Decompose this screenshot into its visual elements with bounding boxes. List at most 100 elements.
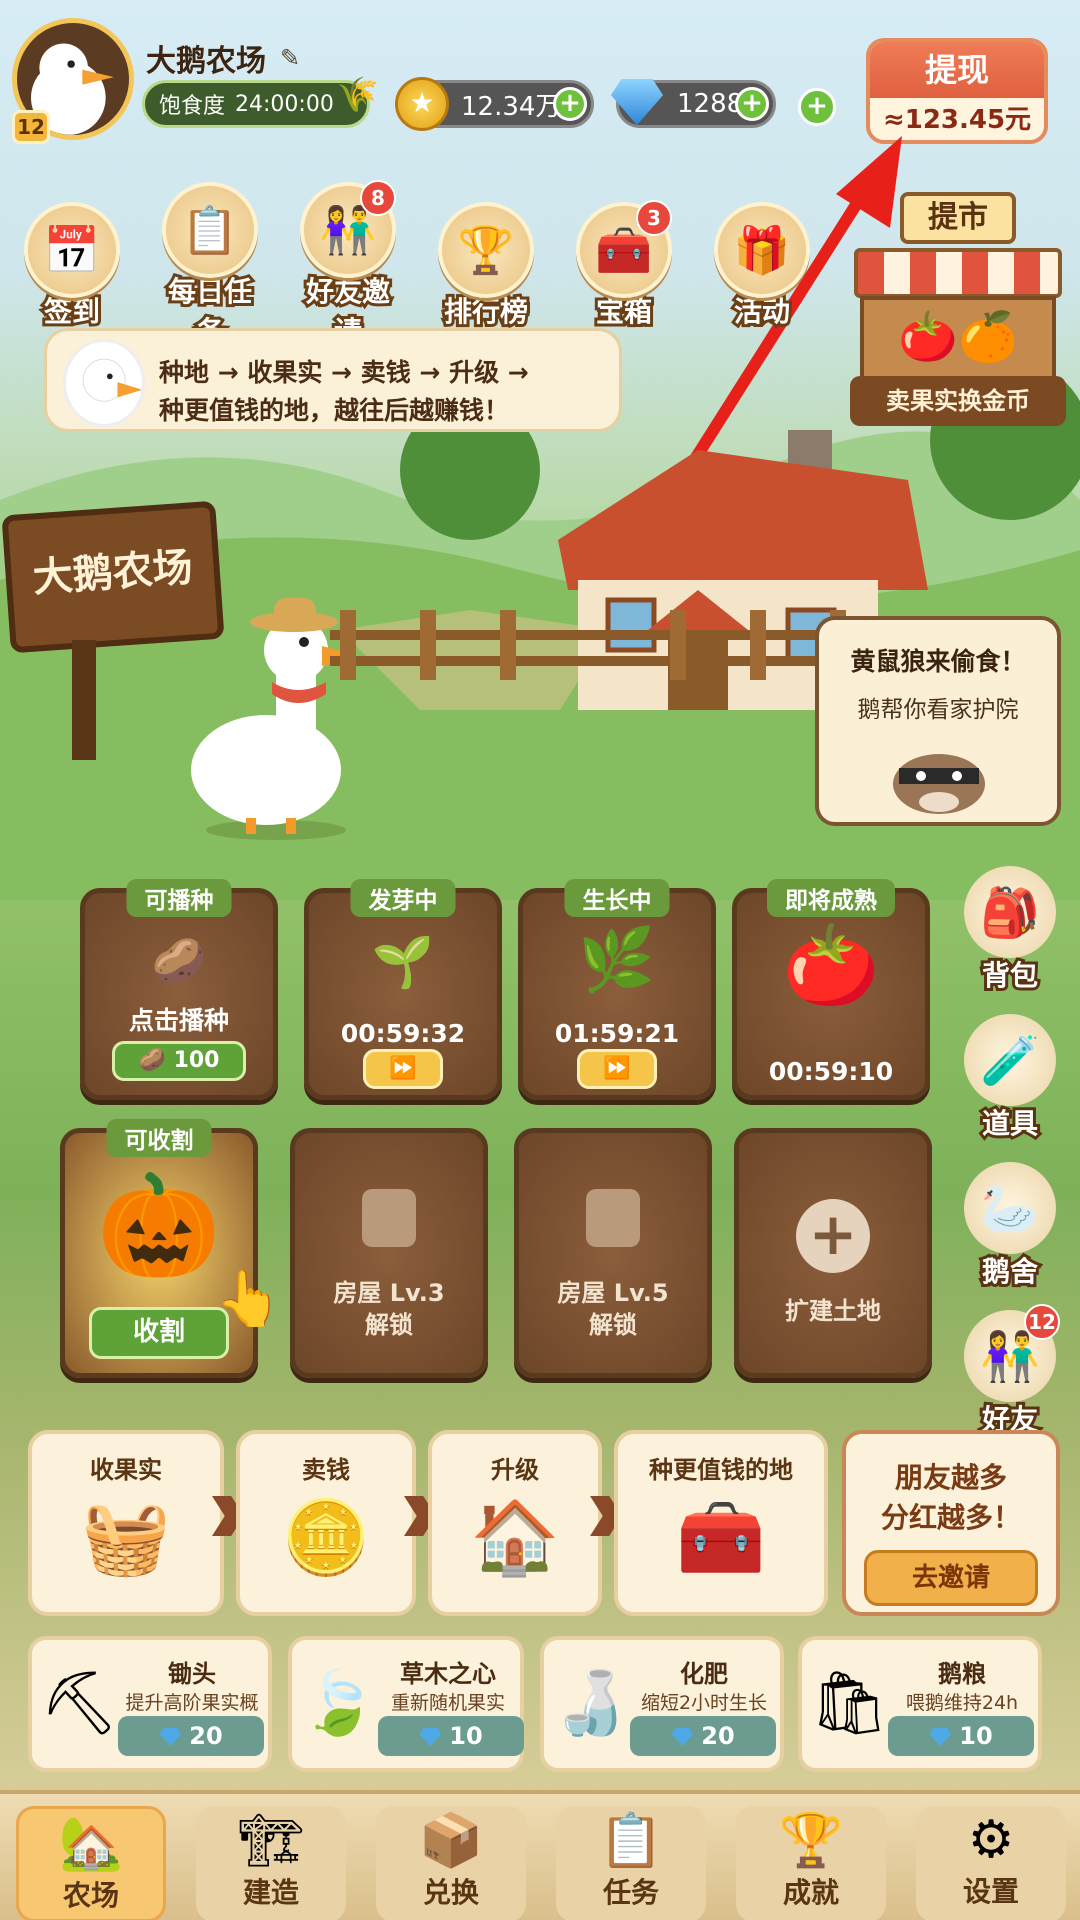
gem-amount: 1288 [677,89,744,119]
add-gems-button[interactable]: + [735,87,769,121]
plant-cost: 100 [173,1048,220,1073]
plot-ripening[interactable]: 即将成熟 🍅 00:59:10 [732,879,930,1100]
tab-tasks[interactable]: 📋 任务 [556,1806,706,1920]
treasure-chest-icon: 🧰 3 [576,200,672,298]
plot-plantable[interactable]: 可播种 🥔 点击播种 🥔 100 [80,879,278,1100]
tip-line-1: 种地 → 收果实 → 卖钱 → 升级 → [159,358,529,387]
buy-button[interactable]: 20 [630,1716,776,1756]
withdraw-button[interactable]: 提现 ≈123.45元 [866,38,1048,144]
plot-expand[interactable]: + 扩建土地 [734,1128,932,1378]
friends-badge: 12 [1024,1304,1060,1340]
buy-button[interactable]: 10 [378,1716,524,1756]
chest-badge: 3 [636,200,672,236]
tab-achievements[interactable]: 🏆 成就 [736,1806,886,1920]
plant-button[interactable]: 🥔 100 [112,1041,246,1081]
sign-post [72,640,96,760]
item-leaf[interactable]: 🍃 草木之心 重新随机果实 10 [288,1636,524,1772]
plot-sprouting[interactable]: 发芽中 🌱 00:59:32 ⏩ [304,879,502,1100]
friends-button[interactable]: 👫 12 好友 [962,1304,1060,1439]
expand-label: 扩建土地 [785,1297,881,1325]
tab-build[interactable]: 🏗 建造 [196,1806,346,1920]
backpack-icon: 🎒 [964,866,1056,958]
bottom-nav: 🏡 农场 🏗 建造 📦 兑换 📋 任务 🏆 成就 ⚙ 设置 [0,1790,1080,1920]
diamond-icon [159,1728,182,1746]
grow-timer: 01:59:21 [554,1019,680,1048]
invite-button[interactable]: 去邀请 [864,1550,1038,1606]
sprout-icon: 🌱 [371,933,435,991]
speed-up-button[interactable]: ⏩ [363,1049,443,1089]
tab-label: 建造 [242,1876,299,1909]
satiety-pill: 饱食度 24:00:00 🌾 [142,75,379,128]
weasel-subtitle: 鹅帮你看家护院 [857,697,1019,723]
checkin-button[interactable]: 📅 签到 [20,202,124,331]
farm-name-text: 大鹅农场 [146,44,266,79]
tab-exchange[interactable]: 📦 兑换 [376,1806,526,1920]
plot-tag: 发芽中 [350,879,456,917]
buy-button[interactable]: 10 [888,1716,1034,1756]
events-button[interactable]: 🎁 活动 [710,202,814,331]
invite-badge: 8 [360,180,396,216]
fence [330,610,850,680]
item-goose-feed[interactable]: 🛍 鹅粮 喂鹅维持24h 10 [798,1636,1042,1772]
flow-step-sell: 卖钱 🪙 [236,1430,416,1616]
treasure-chest-icon: 🧰 [676,1495,766,1579]
item-hoe[interactable]: ⛏ 锄头 提升高阶果实概率 20 [28,1636,272,1772]
treasure-chest-button[interactable]: 🧰 3 宝箱 [572,200,676,331]
flow-label: 收果实 [90,1456,162,1484]
leaf-icon: 🍃 [300,1666,378,1739]
seed-cost-icon: 🥔 [138,1048,174,1073]
leaderboard-button[interactable]: 🏆 排行榜 [434,202,538,331]
lock-line-2: 解锁 [365,1311,413,1339]
tab-label: 成就 [782,1876,839,1909]
item-name: 草木之心 [400,1660,496,1688]
speed-up-button[interactable]: ⏩ [577,1049,657,1089]
lock-icon [362,1189,416,1247]
tab-label: 任务 [602,1876,659,1909]
invite-line-2: 分红越多！ [880,1501,1021,1534]
plot-locked-lv5[interactable]: 房屋 Lv.5 解锁 [514,1128,712,1378]
checklist-icon: 📋 [162,182,258,278]
plot-tag: 可播种 [126,879,232,917]
goose-house-button[interactable]: 🦢 鹅舍 [962,1162,1058,1291]
flow-label: 升级 [491,1456,539,1484]
satiety-time: 24:00:00 [235,91,334,117]
market-produce: 🍅🍊 [860,296,1056,382]
daily-tasks-button[interactable]: 📋 每日任务 [158,182,262,351]
plot-tag: 可收割 [106,1119,212,1157]
edit-icon[interactable]: ✎ [280,44,300,72]
trophy-icon: 🏆 [438,202,534,298]
guide-tip: 种地 → 收果实 → 卖钱 → 升级 → 种更值钱的地，越往后越赚钱！ [44,328,622,432]
sprout-timer: 00:59:32 [340,1019,466,1048]
gift-icon: 🎁 [714,202,810,298]
goose-house-label: 鹅舍 [979,1252,1041,1291]
lock-line-2: 解锁 [589,1311,637,1339]
tab-farm[interactable]: 🏡 农场 [16,1806,166,1920]
tab-label: 农场 [62,1879,119,1912]
tap-hand-icon: 👆 [215,1267,283,1330]
diamond-icon [419,1728,442,1746]
harvest-button[interactable]: 收割 [89,1307,229,1359]
plot-harvest[interactable]: 可收割 🎃 收割 👆 [60,1119,282,1378]
backpack-button[interactable]: 🎒 背包 [962,866,1058,995]
tab-settings[interactable]: ⚙ 设置 [916,1806,1066,1920]
item-name: 化肥 [680,1660,728,1688]
build-icon: 🏗 [237,1811,304,1871]
lock-line-1: 房屋 Lv.5 [557,1279,669,1307]
plot-locked-lv3[interactable]: 房屋 Lv.3 解锁 [290,1128,488,1378]
plot-growing[interactable]: 生长中 🌿 01:59:21 ⏩ [518,879,716,1100]
market-stall[interactable]: 提市 🍅🍊 卖果实换金币 [850,192,1066,430]
item-fertilizer[interactable]: 🍶 化肥 缩短2小时生长 20 [540,1636,784,1772]
feed-bag-icon: 🛍 [810,1666,889,1739]
diamond-icon [929,1728,952,1746]
weasel-alert-card[interactable]: 黄鼠狼来偷食！ 鹅帮你看家护院 [815,616,1061,826]
coin-amount: 12.34万 [461,91,562,122]
invite-friends-button[interactable]: 👫8 好友邀请 [296,180,400,351]
extra-add-button[interactable]: + [798,88,836,126]
item-desc: 喂鹅维持24h [905,1692,1019,1714]
props-button[interactable]: 🧪 道具 [962,1014,1058,1143]
add-coins-button[interactable]: + [553,87,587,121]
market-label: 卖果实换金币 [850,376,1066,426]
wheat-icon: 🌾 [336,75,379,115]
flow-label: 种更值钱的地 [649,1456,793,1484]
buy-button[interactable]: 20 [118,1716,264,1756]
